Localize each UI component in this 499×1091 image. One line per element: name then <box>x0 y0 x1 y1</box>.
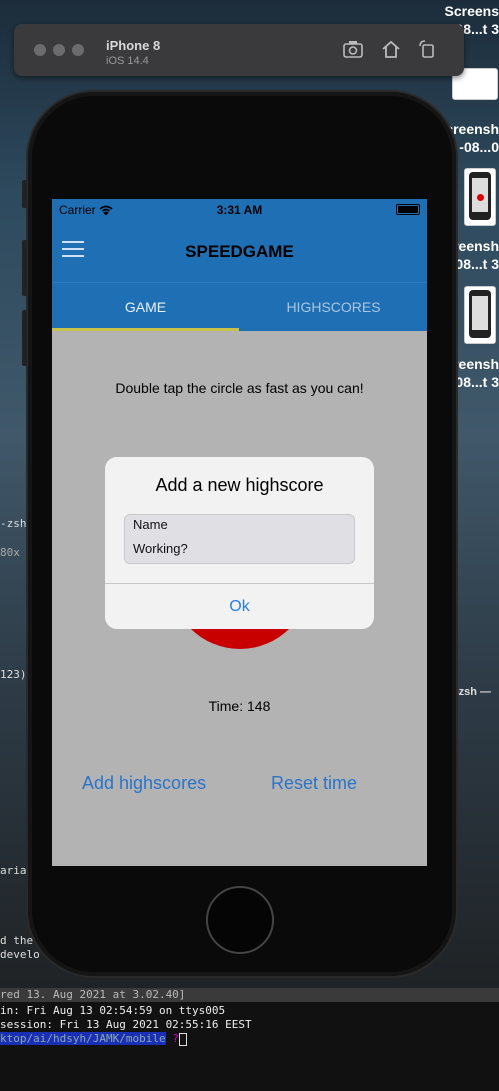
time-readout: Time: 148 <box>208 698 271 714</box>
terminal-tab-left[interactable]: -zsh <box>0 517 27 530</box>
battery-icon <box>396 204 420 215</box>
terminal-size-label: 80x <box>0 546 20 559</box>
app-screen: Carrier 3:31 AM SPEEDGAME GAME HIGHSCORE… <box>52 199 427 866</box>
terminal-session-line: session: Fri 13 Aug 2021 02:55:16 EEST <box>0 1018 252 1031</box>
screenshot-icon[interactable] <box>342 40 364 60</box>
terminal-line: d the <box>0 934 34 947</box>
terminal-restored-line: red 13. Aug 2021 at 3.02.40] <box>0 988 499 1002</box>
simulator-os-version: iOS 14.4 <box>106 55 149 67</box>
name-input-placeholder: Name <box>133 517 168 532</box>
file-thumbnail[interactable] <box>464 286 496 344</box>
add-highscore-alert: Add a new highscore Name Working? Ok <box>105 457 374 629</box>
alert-title: Add a new highscore <box>155 475 324 495</box>
game-instruction: Double tap the circle as fast as you can… <box>115 380 364 396</box>
close-window-button[interactable] <box>34 44 46 56</box>
simulator-device-name: iPhone 8 <box>106 38 161 53</box>
home-icon[interactable] <box>380 40 402 60</box>
home-button[interactable] <box>206 886 274 954</box>
tab-bar: GAME HIGHSCORES <box>52 282 427 331</box>
terminal-prompt-path: ktop/ai/hdsyh/JAMK/mobile <box>0 1032 166 1045</box>
mute-switch <box>22 180 27 208</box>
zoom-window-button[interactable] <box>72 44 84 56</box>
thumbnail-phone-icon <box>469 172 491 220</box>
reset-time-button[interactable]: Reset time <box>271 773 357 794</box>
ok-button[interactable]: Ok <box>105 584 374 629</box>
terminal-snippet: aria <box>0 864 27 877</box>
volume-down-button <box>22 310 27 366</box>
status-time: 3:31 AM <box>216 203 263 217</box>
terminal-snippet: 123) <box>0 668 27 681</box>
thumbnail-phone-icon <box>469 290 491 338</box>
file-thumbnail[interactable] <box>464 168 496 226</box>
tab-game[interactable]: GAME <box>52 283 239 331</box>
add-highscores-button[interactable]: Add highscores <box>82 773 206 794</box>
name-input[interactable]: Name Working? <box>124 514 355 564</box>
file-name-line: Screens <box>444 3 499 19</box>
terminal-prompt[interactable]: ktop/ai/hdsyh/JAMK/mobile ? <box>0 1032 187 1046</box>
rotate-icon[interactable] <box>416 40 438 60</box>
volume-up-button <box>22 240 27 296</box>
terminal-line: develo <box>0 948 40 961</box>
terminal-cursor <box>178 1032 187 1046</box>
terminal-login-line: in: Fri Aug 13 02:54:59 on ttys005 <box>0 1004 226 1017</box>
app-title: SPEEDGAME <box>185 242 294 261</box>
terminal-prompt-symbol: ? <box>172 1032 179 1045</box>
simulator-title-bar[interactable]: iPhone 8 iOS 14.4 <box>14 24 464 76</box>
terminal-window: red 13. Aug 2021 at 3.02.40] in: Fri Aug… <box>0 988 499 1091</box>
terminal-tab-right[interactable]: -zsh — <box>455 686 491 698</box>
name-input-value: Working? <box>133 541 188 556</box>
app-header: Carrier 3:31 AM SPEEDGAME GAME HIGHSCORE… <box>52 199 427 331</box>
tab-highscores[interactable]: HIGHSCORES <box>240 283 427 331</box>
minimize-window-button[interactable] <box>53 44 65 56</box>
